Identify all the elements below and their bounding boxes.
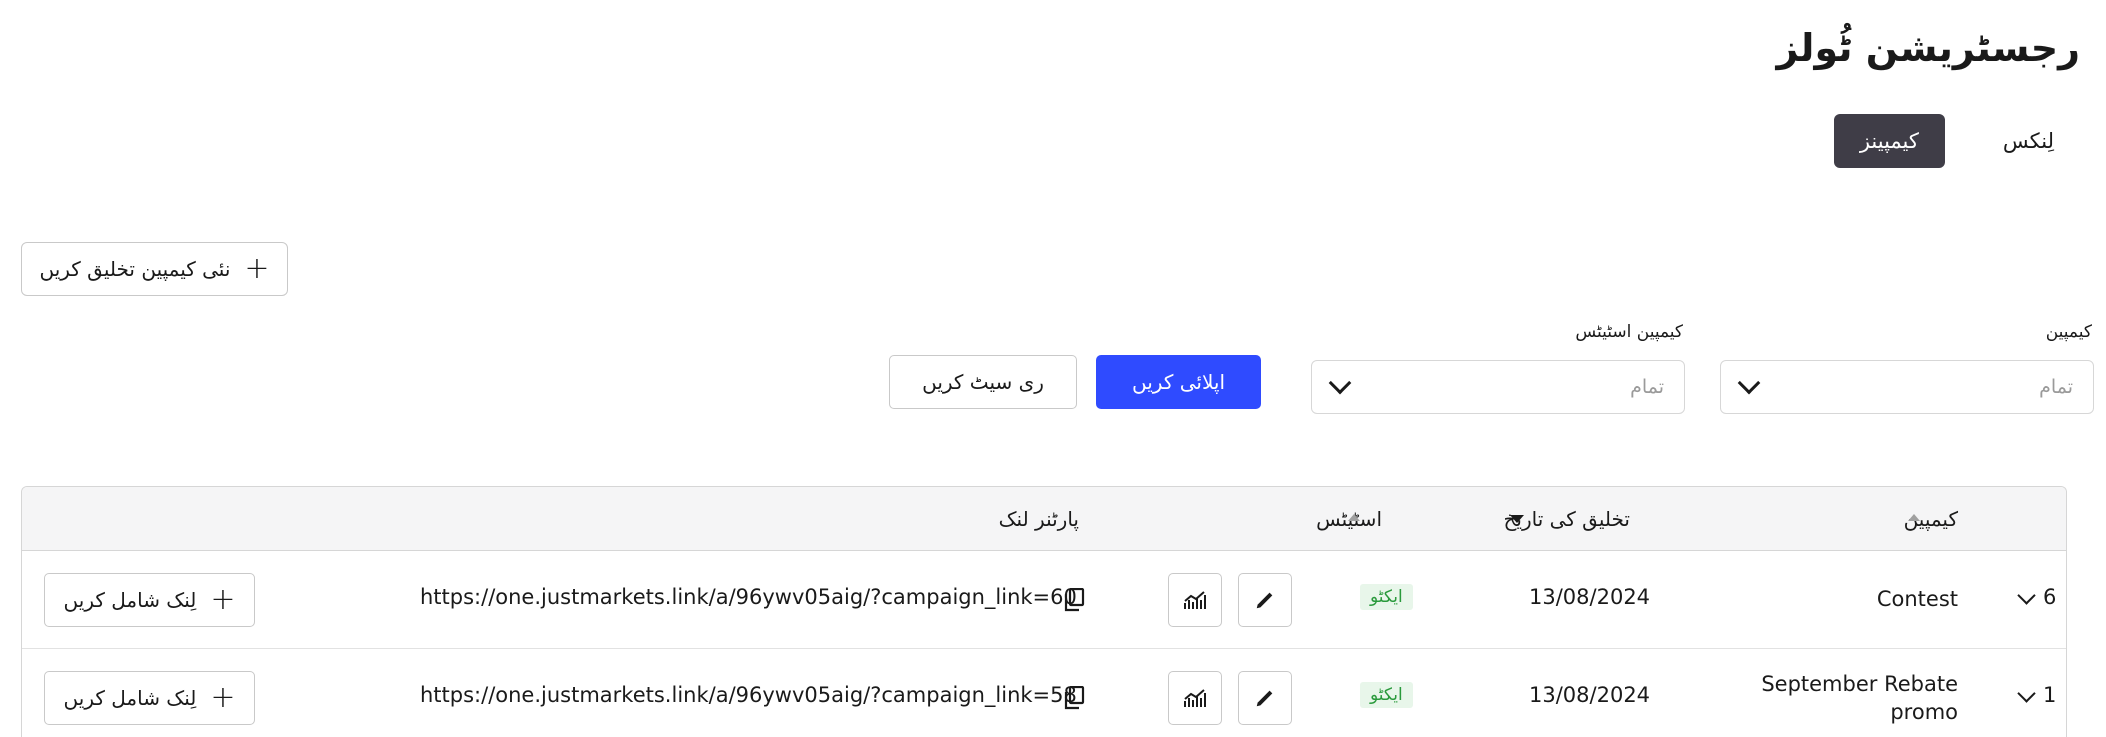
status-badge: ایکٹو [1360, 584, 1413, 610]
table-header: کیمپین تخلیق کی تاریخ اسٹیٹس پارٹنر لنک [22, 487, 2066, 551]
campaign-filter-label: کیمپین [2045, 322, 2092, 342]
plus-icon: + [210, 582, 236, 617]
campaign-name: Contest [1876, 587, 1958, 611]
campaign-name: September Rebate promo [1761, 672, 1958, 724]
sort-icon[interactable] [1348, 514, 1360, 521]
partner-link[interactable]: https://one.justmarkets.link/a/96ywv05ai… [420, 683, 1077, 707]
sort-desc-icon[interactable] [1510, 515, 1524, 523]
created-date: 13/08/2024 [1529, 585, 1651, 609]
chevron-down-icon[interactable] [2017, 684, 2036, 703]
status-filter-placeholder: تمام [1630, 376, 1664, 398]
sort-icon[interactable] [1908, 514, 1920, 521]
create-campaign-button[interactable]: + نئی کیمپین تخلیق کریں [21, 242, 288, 296]
add-link-button[interactable]: + لِنک شامل کریں [44, 573, 255, 627]
campaign-filter-select[interactable]: تمام [1720, 360, 2094, 414]
tab-bar: لِنکس کیمپینز [1833, 114, 2080, 168]
status-filter-select[interactable]: تمام [1311, 360, 1685, 414]
created-date: 13/08/2024 [1529, 683, 1651, 707]
statistics-button[interactable] [1168, 573, 1222, 627]
chevron-down-icon [1328, 371, 1352, 395]
row-id: 6 [2043, 585, 2057, 609]
header-partner-link: پارٹنر لنک [998, 507, 1079, 531]
row-id: 1 [2043, 683, 2057, 707]
chevron-down-icon[interactable] [2017, 586, 2036, 605]
create-campaign-label: نئی کیمپین تخلیق کریں [39, 257, 231, 281]
chart-icon [1184, 689, 1206, 707]
tab-campaigns[interactable]: کیمپینز [1833, 114, 1945, 168]
edit-button[interactable] [1238, 671, 1292, 725]
partner-link[interactable]: https://one.justmarkets.link/a/96ywv05ai… [420, 585, 1077, 609]
status-badge: ایکٹو [1360, 682, 1413, 708]
pencil-icon [1256, 690, 1273, 707]
statistics-button[interactable] [1168, 671, 1222, 725]
add-link-label: لِنک شامل کریں [63, 588, 197, 612]
plus-icon: + [210, 680, 236, 715]
chevron-down-icon [1737, 371, 1761, 395]
status-filter-label: کیمپین اسٹیٹس [1575, 322, 1683, 342]
tab-links[interactable]: لِنکس [1977, 114, 2080, 168]
campaigns-table: کیمپین تخلیق کی تاریخ اسٹیٹس پارٹنر لنک … [21, 486, 2067, 737]
apply-button[interactable]: اپلائی کریں [1096, 355, 1261, 409]
table-row: 6 Contest 13/08/2024 ایکٹو https://one.j… [22, 551, 2066, 649]
campaign-filter-placeholder: تمام [2039, 376, 2073, 398]
page-title: رجسٹریشن ٹُولز [1776, 26, 2080, 70]
add-link-label: لِنک شامل کریں [63, 686, 197, 710]
add-link-button[interactable]: + لِنک شامل کریں [44, 671, 255, 725]
pencil-icon [1256, 592, 1273, 609]
reset-button[interactable]: ری سیٹ کریں [889, 355, 1077, 409]
plus-icon: + [244, 251, 270, 286]
edit-button[interactable] [1238, 573, 1292, 627]
table-row: 1 September Rebate promo 13/08/2024 ایکٹ… [22, 649, 2066, 737]
chart-icon [1184, 591, 1206, 609]
